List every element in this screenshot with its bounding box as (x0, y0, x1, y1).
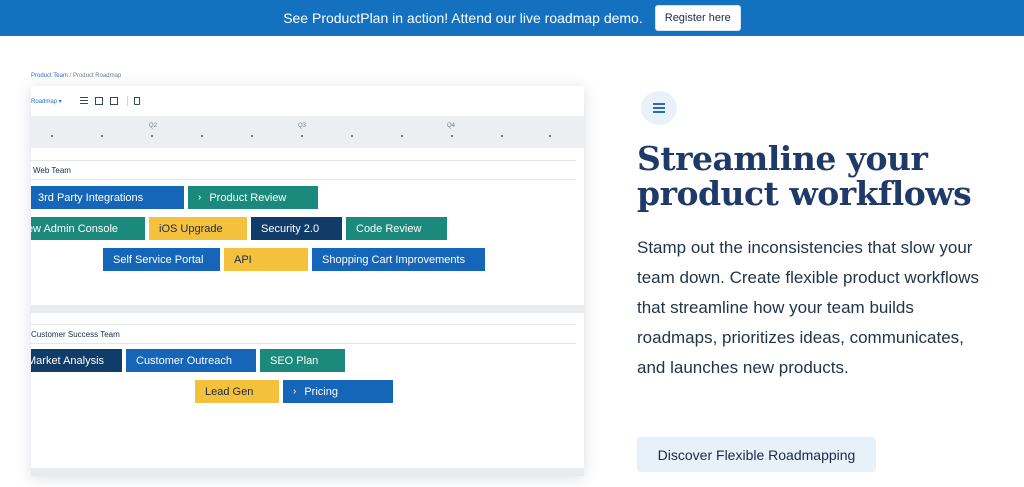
grid-icon[interactable] (109, 97, 118, 105)
breadcrumb: Product Team / Product Roadmap (31, 73, 121, 79)
tick-dot (301, 135, 303, 137)
feature-headline: Streamline your product workflows (637, 139, 972, 213)
bar-ios-upgrade[interactable]: iOS Upgrade (149, 217, 247, 240)
bar-shopping-cart-improvements[interactable]: Shopping Cart Improvements (312, 248, 485, 271)
lane-title-web-team: Web Team (33, 166, 71, 175)
bar-pricing[interactable]: › Pricing (283, 380, 393, 403)
bar-lead-gen[interactable]: Lead Gen (195, 380, 279, 403)
bar-3rd-party-integrations[interactable]: 3rd Party Integrations (31, 186, 184, 209)
quarter-label: Q3 (298, 123, 307, 129)
bar-product-review[interactable]: › Product Review (188, 186, 318, 209)
tick-dot (151, 135, 153, 137)
trash-icon[interactable] (133, 97, 140, 105)
lane-divider (31, 160, 576, 161)
tick-dot (351, 135, 353, 137)
tick-dot (251, 135, 253, 137)
roadmap-toolbar: Roadmap ▾ (31, 93, 147, 109)
bar-new-admin-console[interactable]: New Admin Console (31, 217, 145, 240)
breadcrumb-current: Product Roadmap (72, 73, 122, 79)
breadcrumb-parent[interactable]: Product Team (31, 73, 68, 79)
banner-text: See ProductPlan in action! Attend our li… (283, 10, 643, 26)
lane-divider (31, 179, 576, 180)
bar-seo-plan[interactable]: SEO Plan (260, 349, 345, 372)
view-select[interactable]: Roadmap ▾ (31, 98, 62, 105)
tick-dot (451, 135, 453, 137)
quarter-label: Q2 (149, 123, 158, 129)
table-icon[interactable] (94, 97, 103, 105)
timeline-header: Q2 Q3 Q4 (31, 116, 584, 148)
bar-customer-outreach[interactable]: Customer Outreach (126, 349, 256, 372)
bar-self-service-portal[interactable]: Self Service Portal (103, 248, 220, 271)
lane-title-customer-success: Customer Success Team (31, 330, 120, 339)
lane-gap (31, 468, 584, 476)
bar-security-2[interactable]: Security 2.0 (251, 217, 342, 240)
breadcrumb-separator: / (69, 73, 72, 79)
tick-dot (401, 135, 403, 137)
lane-divider (31, 324, 576, 325)
chevron-right-icon: › (198, 192, 202, 203)
tick-dot (101, 135, 103, 137)
menu-icon (641, 91, 677, 125)
tick-dot (51, 135, 53, 137)
tick-dot (201, 135, 203, 137)
tick-dot (501, 135, 503, 137)
chevron-right-icon: › (293, 386, 297, 397)
lane-divider (31, 343, 576, 344)
bar-api[interactable]: API (224, 248, 308, 271)
feature-description: Stamp out the inconsistencies that slow … (637, 238, 980, 377)
bar-market-analysis[interactable]: Market Analysis (31, 349, 122, 372)
list-icon[interactable] (79, 97, 88, 105)
register-button[interactable]: Register here (654, 5, 741, 31)
promo-banner: See ProductPlan in action! Attend our li… (0, 0, 1024, 36)
tick-dot (549, 135, 551, 137)
lane-gap (31, 305, 584, 313)
toolbar-divider (126, 96, 128, 106)
discover-roadmapping-button[interactable]: Discover Flexible Roadmapping (637, 437, 876, 472)
bar-code-review[interactable]: Code Review (346, 217, 447, 240)
quarter-label: Q4 (447, 123, 456, 129)
